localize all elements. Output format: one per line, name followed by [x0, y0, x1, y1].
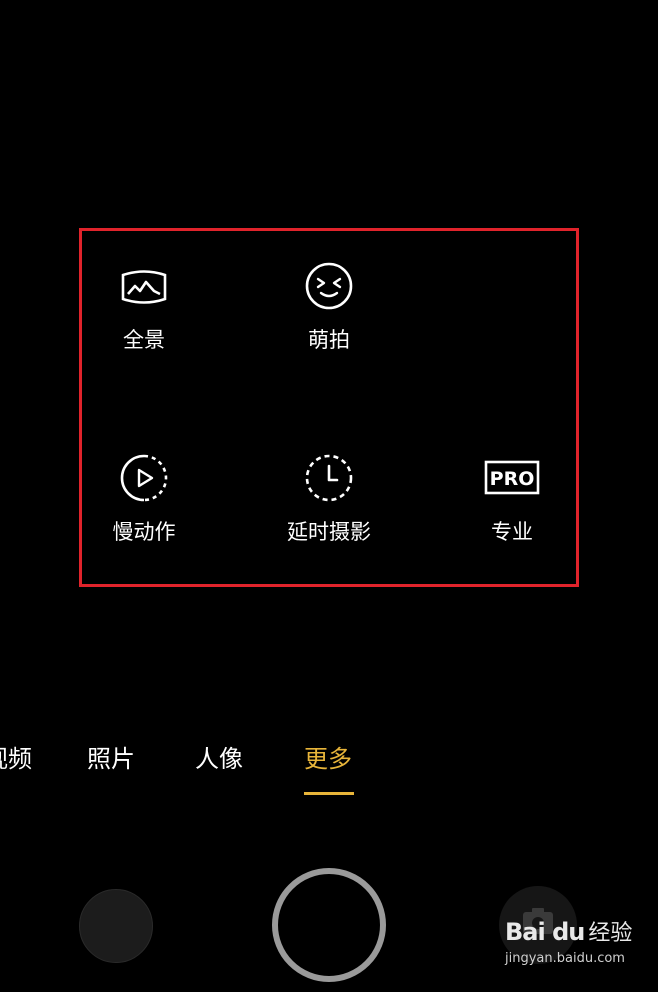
- tab-video[interactable]: 视频: [0, 744, 32, 774]
- gallery-thumbnail-button[interactable]: [79, 889, 153, 963]
- mode-tab-bar: 视频 照片 人像 更多: [0, 738, 658, 798]
- tab-portrait[interactable]: 人像: [195, 744, 243, 774]
- tab-photo[interactable]: 照片: [87, 744, 135, 774]
- watermark-url: jingyan.baidu.com: [505, 951, 625, 966]
- mode-cute-shot[interactable]: 萌拍: [254, 262, 404, 352]
- mode-time-lapse[interactable]: 延时摄影: [254, 454, 404, 544]
- smile-face-icon: [305, 262, 353, 310]
- tab-more[interactable]: 更多: [304, 744, 352, 774]
- watermark-cn: 经验: [588, 921, 633, 946]
- mode-label: 专业: [491, 520, 533, 544]
- active-tab-indicator: [304, 792, 354, 795]
- panorama-icon: [121, 270, 167, 304]
- slow-motion-play-icon: [120, 454, 168, 502]
- pro-badge-icon: PRO: [484, 460, 540, 495]
- watermark-logo: Bai du: [505, 918, 585, 946]
- baidu-jingyan-watermark: Bai du 经验 jingyan.baidu.com: [505, 915, 655, 985]
- mode-label: 延时摄影: [287, 520, 371, 544]
- mode-panorama[interactable]: 全景: [69, 262, 219, 352]
- mode-pro[interactable]: PRO 专业: [437, 454, 587, 544]
- pro-badge-text: PRO: [490, 468, 535, 490]
- time-lapse-clock-icon: [305, 454, 353, 502]
- mode-label: 慢动作: [112, 520, 176, 544]
- mode-label: 萌拍: [308, 328, 350, 352]
- mode-slow-motion[interactable]: 慢动作: [69, 454, 219, 544]
- mode-label: 全景: [123, 328, 165, 352]
- shutter-button[interactable]: [272, 868, 386, 982]
- camera-screen: 全景 萌拍 慢动作 延时摄影 PRO 专业 频 照片 人像 更多 Bai du …: [0, 0, 658, 992]
